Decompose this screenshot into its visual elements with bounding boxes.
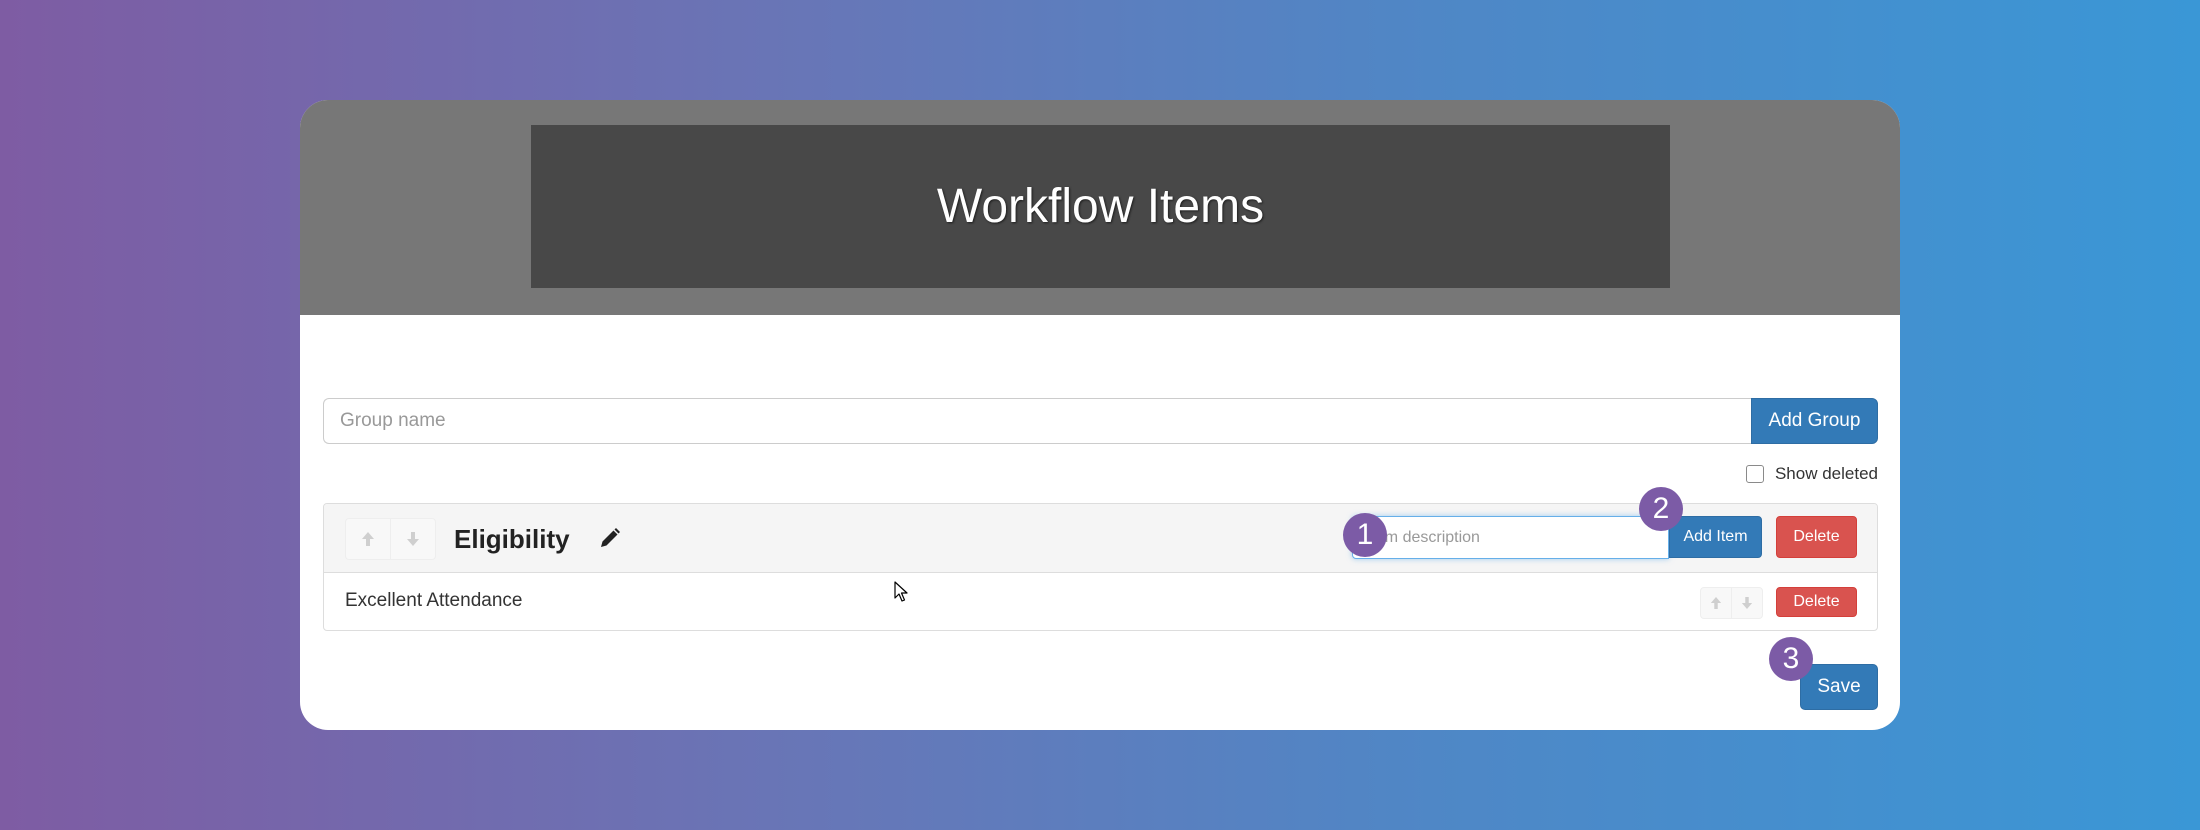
add-group-form: Add Group xyxy=(323,398,1878,444)
group-move-down-button[interactable] xyxy=(390,519,435,559)
step-marker-1: 1 xyxy=(1343,513,1387,557)
workflow-card: Workflow Items Add Group Show deleted xyxy=(300,100,1900,730)
step-marker-2: 2 xyxy=(1639,487,1683,531)
item-move-up-button[interactable] xyxy=(1701,588,1731,618)
list-item: Excellent Attendance Delete xyxy=(324,573,1877,630)
item-description-input[interactable] xyxy=(1352,516,1669,559)
add-item-button[interactable]: Add Item xyxy=(1669,516,1762,558)
arrow-down-icon xyxy=(1741,597,1753,609)
group-name-input[interactable] xyxy=(323,398,1751,444)
title-banner: Workflow Items xyxy=(531,125,1670,288)
show-deleted-label: Show deleted xyxy=(1774,464,1878,483)
show-deleted-toggle[interactable]: Show deleted xyxy=(1745,464,1878,484)
arrow-up-icon xyxy=(362,532,374,546)
delete-group-button[interactable]: Delete xyxy=(1776,516,1857,558)
add-group-button[interactable]: Add Group xyxy=(1751,398,1878,444)
arrow-up-icon xyxy=(1710,597,1722,609)
save-button[interactable]: Save xyxy=(1800,664,1878,710)
group-move-up-button[interactable] xyxy=(346,519,390,559)
item-move-down-button[interactable] xyxy=(1731,588,1762,618)
item-label: Excellent Attendance xyxy=(345,590,523,611)
page-title: Workflow Items xyxy=(936,180,1265,233)
group-title: Eligibility xyxy=(454,524,570,554)
show-deleted-checkbox[interactable] xyxy=(1745,465,1764,483)
delete-item-button[interactable]: Delete xyxy=(1776,587,1857,617)
mouse-cursor-icon xyxy=(894,581,908,602)
item-reorder-controls xyxy=(1700,587,1763,619)
pencil-icon[interactable] xyxy=(598,526,622,550)
step-marker-3: 3 xyxy=(1769,637,1813,681)
card-header: Workflow Items xyxy=(300,100,1900,315)
arrow-down-icon xyxy=(407,532,419,546)
group-reorder-controls xyxy=(345,518,436,560)
